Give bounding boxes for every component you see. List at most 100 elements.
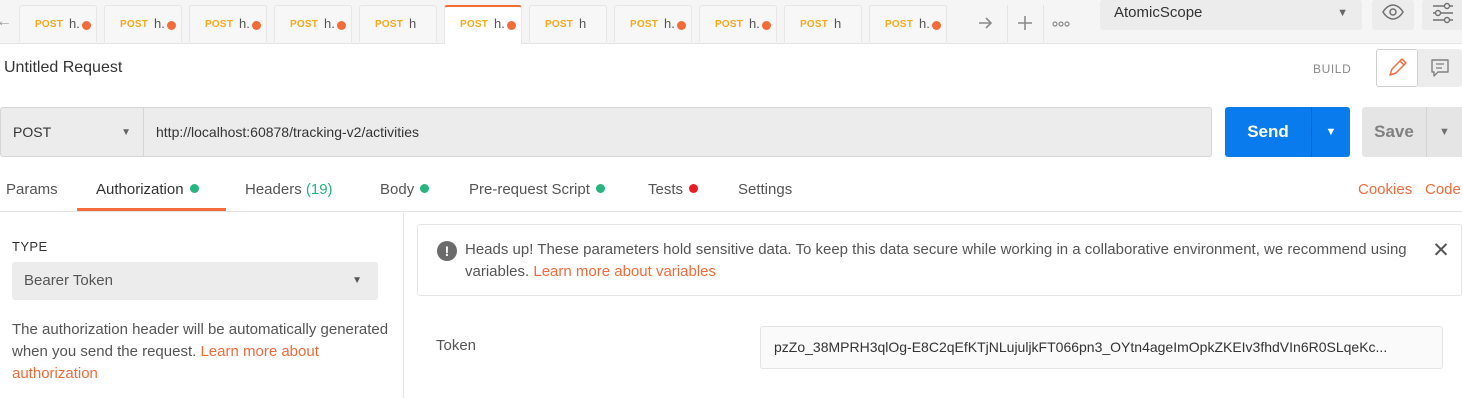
- tab-prerequest-script[interactable]: Pre-request Script: [469, 181, 605, 198]
- request-title[interactable]: Untitled Request: [4, 59, 122, 77]
- tab-name: h.: [919, 16, 930, 31]
- headers-count-badge: (19): [305, 181, 333, 198]
- arrow-right-icon[interactable]: [968, 5, 1002, 42]
- comment-icon: [1431, 59, 1449, 77]
- exclamation-icon: !: [437, 241, 457, 261]
- caret-down-icon: ▼: [121, 127, 131, 138]
- tab-method: POST: [290, 19, 319, 30]
- status-dot: [595, 184, 605, 193]
- unsaved-dot: [252, 21, 261, 30]
- sliders-icon: [1433, 2, 1453, 24]
- token-label: Token: [436, 337, 477, 354]
- tab-params-label: Params: [6, 181, 58, 198]
- unsaved-dot: [167, 21, 176, 30]
- unsaved-dot: [82, 21, 91, 30]
- status-dot: [689, 184, 699, 193]
- tab-name: h.: [324, 16, 335, 31]
- tab-bar: ← POST h. POST h. POST h. POST h. POST h POST h. POS…: [0, 0, 1462, 44]
- tab-name: h.: [749, 16, 760, 31]
- tab-body-label: Body: [380, 181, 415, 198]
- tab-name: h: [834, 16, 842, 31]
- tab-tests-label: Tests: [648, 181, 684, 198]
- tab-body[interactable]: Body: [380, 181, 430, 198]
- tab-name: h.: [664, 16, 675, 31]
- tab-params[interactable]: Params: [6, 181, 58, 198]
- arrow-left-icon[interactable]: ←: [0, 10, 14, 34]
- unsaved-dot: [932, 21, 941, 30]
- request-tab[interactable]: POST h.: [614, 5, 692, 42]
- build-label: BUILD: [1313, 62, 1352, 76]
- tab-authorization-label: Authorization: [96, 181, 184, 198]
- tab-method: POST: [800, 19, 829, 30]
- ellipsis-icon[interactable]: [1043, 5, 1077, 42]
- send-button[interactable]: Send: [1225, 107, 1311, 157]
- workspace-name: AtomicScope: [1114, 4, 1203, 21]
- request-tab[interactable]: POST h.: [274, 5, 352, 42]
- tab-name: h.: [494, 16, 505, 31]
- learn-more-variables-link[interactable]: Learn more about variables: [533, 263, 716, 280]
- save-button[interactable]: Save: [1362, 107, 1426, 157]
- tab-method: POST: [715, 19, 744, 30]
- tab-name: h.: [69, 16, 80, 31]
- request-tab[interactable]: POST h.: [869, 5, 947, 42]
- tab-method: POST: [205, 19, 234, 30]
- send-options-caret-icon[interactable]: ▼: [1311, 107, 1350, 157]
- tab-settings-label: Settings: [738, 181, 793, 198]
- tab-headers[interactable]: Headers (19): [245, 181, 333, 198]
- unsaved-dot: [337, 21, 346, 30]
- caret-down-icon: ▼: [1337, 7, 1348, 19]
- auth-type-value: Bearer Token: [24, 272, 113, 289]
- auth-type-label: TYPE: [12, 239, 48, 254]
- tab-prerequest-label: Pre-request Script: [469, 181, 590, 198]
- tab-method: POST: [375, 19, 404, 30]
- tab-method: POST: [885, 19, 914, 30]
- tab-method: POST: [460, 19, 489, 30]
- request-tab[interactable]: POST h.: [444, 5, 522, 44]
- tab-name: h.: [154, 16, 165, 31]
- environment-quick-look-button[interactable]: [1372, 0, 1414, 30]
- manage-environments-button[interactable]: [1422, 0, 1462, 30]
- unsaved-dot: [762, 21, 771, 30]
- workspace-select[interactable]: AtomicScope ▼: [1100, 0, 1362, 30]
- request-tab[interactable]: POST h.: [189, 5, 267, 42]
- tab-method: POST: [35, 19, 64, 30]
- tab-name: h: [579, 16, 587, 31]
- tab-method: POST: [545, 19, 574, 30]
- tab-name: h.: [239, 16, 250, 31]
- request-tab[interactable]: POST h: [359, 5, 437, 42]
- url-input[interactable]: http://localhost:60878/tracking-v2/activ…: [144, 107, 1212, 157]
- tab-method: POST: [630, 19, 659, 30]
- close-icon[interactable]: ✕: [1424, 238, 1458, 264]
- unsaved-dot: [677, 21, 686, 30]
- token-input[interactable]: pzZo_38MPRH3qlOg-E8C2qEfKTjNLujuljkFT066…: [760, 326, 1443, 369]
- status-dot: [189, 184, 199, 193]
- status-dot: [420, 184, 430, 193]
- sensitive-data-alert: ! Heads up! These parameters hold sensit…: [417, 224, 1462, 296]
- tab-settings[interactable]: Settings: [738, 181, 792, 198]
- pencil-icon: [1389, 58, 1407, 76]
- request-section-tabs: Params Authorization Headers (19) Body P…: [0, 170, 1462, 212]
- tab-tests[interactable]: Tests: [648, 181, 699, 198]
- request-tab[interactable]: POST h.: [19, 5, 97, 42]
- code-link[interactable]: Code: [1425, 181, 1461, 198]
- auth-type-select[interactable]: Bearer Token ▼: [12, 262, 378, 300]
- active-tab-indicator: [77, 208, 226, 211]
- edit-button[interactable]: [1376, 49, 1418, 87]
- tab-headers-label: Headers: [245, 181, 302, 198]
- caret-down-icon: ▼: [352, 275, 362, 286]
- tab-authorization[interactable]: Authorization: [96, 181, 199, 198]
- panel-divider: [403, 213, 404, 398]
- method-value: POST: [13, 124, 52, 140]
- save-options-caret-icon[interactable]: ▼: [1426, 107, 1462, 157]
- auth-help-text: The authorization header will be automat…: [12, 319, 390, 385]
- request-tab[interactable]: POST h: [784, 5, 862, 42]
- plus-icon[interactable]: [1007, 5, 1041, 42]
- request-tab[interactable]: POST h.: [104, 5, 182, 42]
- request-tab[interactable]: POST h.: [699, 5, 777, 42]
- eye-icon: [1382, 4, 1404, 20]
- cookies-link[interactable]: Cookies: [1358, 181, 1412, 198]
- comments-button[interactable]: [1418, 49, 1462, 87]
- request-tab[interactable]: POST h: [529, 5, 607, 42]
- method-select[interactable]: POST ▼: [0, 107, 144, 157]
- tab-name: h: [409, 16, 417, 31]
